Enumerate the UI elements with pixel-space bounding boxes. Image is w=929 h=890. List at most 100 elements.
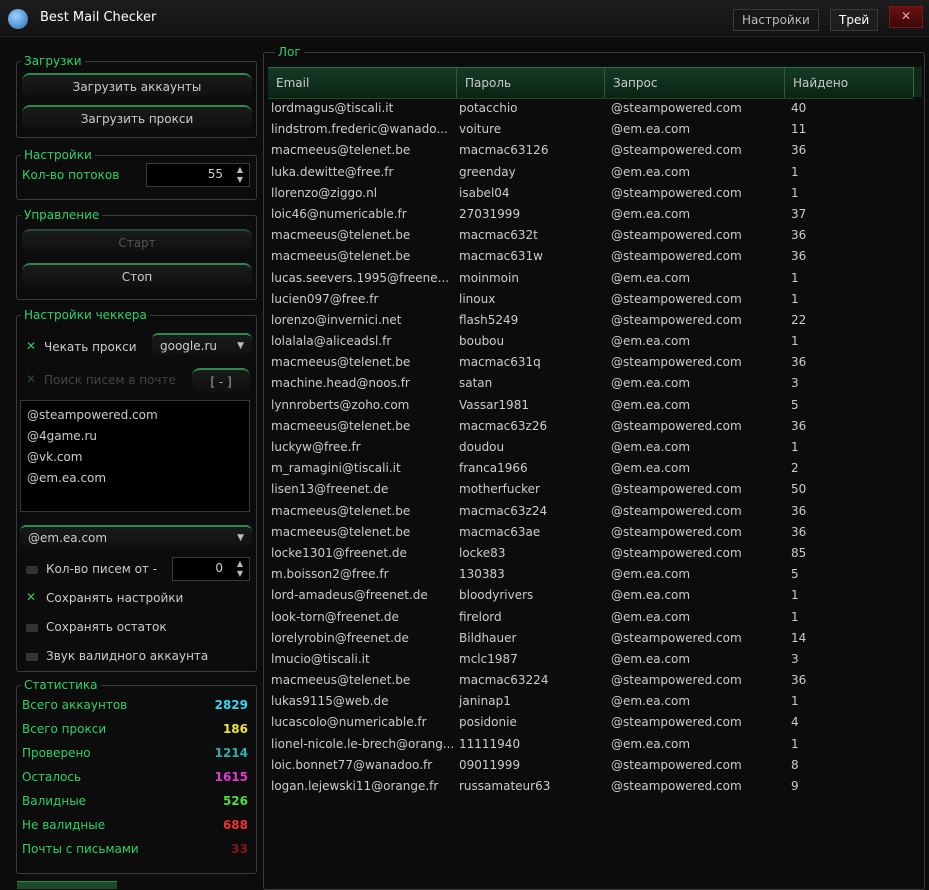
tray-button[interactable]: Трей [830, 9, 879, 31]
request-cell: @em.ea.com [611, 461, 691, 476]
list-item[interactable]: @steampowered.com [27, 405, 243, 426]
request-cell: @em.ea.com [611, 609, 691, 624]
scrollbar[interactable] [913, 67, 922, 97]
sound-checkbox[interactable] [26, 653, 38, 661]
load-proxies-button[interactable]: Загрузить прокси [22, 105, 252, 129]
mail-count-checkbox[interactable] [26, 566, 38, 574]
table-row[interactable]: lindstrom.frederic@wanado... voiture @em.e… [268, 119, 913, 140]
table-row[interactable]: macmeeus@telenet.be macmac63224 @steampowe… [268, 670, 913, 691]
email-cell: lionel-nicole.le-brech@orang... [271, 736, 455, 751]
table-row[interactable]: lorenzo@invernici.net flash5249 @steampowe… [268, 310, 913, 331]
email-cell: llorenzo@ziggo.nl [271, 185, 378, 200]
settings-button[interactable]: Настройки [733, 9, 819, 31]
password-cell: isabel04 [459, 185, 510, 200]
column-header-email[interactable]: Email [268, 68, 456, 98]
password-cell: posidonie [459, 715, 517, 730]
email-cell: macmeeus@telenet.be [271, 673, 411, 688]
stat-row: Осталось 1615 [0, 770, 248, 790]
check-proxy-checkbox[interactable]: ✕ [26, 340, 38, 352]
stepper-down-icon[interactable]: ▼ [237, 175, 243, 184]
found-cell: 14 [791, 630, 807, 645]
stat-value: 2829 [214, 698, 248, 712]
stepper-down-icon[interactable]: ▼ [237, 569, 243, 578]
password-cell: linoux [459, 291, 496, 306]
table-row[interactable]: lordmagus@tiscali.it potacchio @steampower… [268, 98, 913, 119]
domain-select[interactable]: @em.ea.com ▼ [20, 525, 252, 547]
table-row[interactable]: lynnroberts@zoho.com Vassar1981 @em.ea.com… [268, 395, 913, 416]
found-cell: 85 [791, 545, 807, 560]
stat-row: Не валидные 688 [0, 818, 248, 838]
table-row[interactable]: lord-amadeus@freenet.de bloodyrivers @em.e… [268, 585, 913, 606]
table-row[interactable]: lionel-nicole.le-brech@orang... 11111940 @… [268, 734, 913, 755]
save-settings-checkbox[interactable]: ✕ [26, 591, 38, 603]
column-header-found[interactable]: Найдено [784, 68, 913, 98]
table-row[interactable]: macmeeus@telenet.be macmac63ae @steampower… [268, 522, 913, 543]
table-row[interactable]: lucascolo@numericable.fr posidonie @steamp… [268, 712, 913, 733]
start-button[interactable]: Старт [22, 229, 252, 253]
table-row[interactable]: lolalala@aliceadsl.fr boubou @em.ea.com 1 [268, 331, 913, 352]
table-row[interactable]: locke1301@freenet.de locke83 @steampowered… [268, 543, 913, 564]
stop-button[interactable]: Стоп [22, 263, 252, 287]
table-row[interactable]: macmeeus@telenet.be macmac63z24 @steampowe… [268, 501, 913, 522]
email-cell: macmeeus@telenet.be [271, 249, 411, 264]
stat-row: Всего прокси 186 [0, 722, 248, 742]
check-proxy-label: Чекать прокси [44, 340, 137, 354]
proxy-site-select[interactable]: google.ru ▼ [152, 333, 252, 355]
table-row[interactable]: llorenzo@ziggo.nl isabel04 @steampowered.c… [268, 183, 913, 204]
found-cell: 1 [791, 694, 799, 709]
save-rest-checkbox[interactable] [26, 624, 38, 632]
email-cell: lord-amadeus@freenet.de [271, 588, 428, 603]
password-cell: doudou [459, 440, 505, 454]
email-cell: logan.lejewski11@orange.fr [271, 779, 439, 793]
table-row[interactable]: logan.lejewski11@orange.fr russamateur63 @… [268, 776, 913, 797]
list-item[interactable]: @vk.com [27, 447, 243, 468]
request-cell: @steampowered.com [611, 291, 742, 306]
column-header-password[interactable]: Пароль [456, 68, 604, 98]
found-cell: 1 [791, 164, 799, 179]
table-row[interactable]: lisen13@freenet.de motherfucker @steampowe… [268, 479, 913, 500]
request-cell: @steampowered.com [611, 779, 742, 793]
table-row[interactable]: luckyw@free.fr doudou @em.ea.com 1 [268, 437, 913, 458]
table-row[interactable]: machine.head@noos.fr satan @em.ea.com 3 [268, 373, 913, 394]
table-row[interactable]: lukas9115@web.de janinap1 @em.ea.com 1 [268, 691, 913, 712]
list-item[interactable]: @4game.ru [27, 426, 243, 447]
search-mail-button[interactable]: [ - ] [192, 368, 250, 392]
stat-value: 1615 [214, 770, 248, 784]
request-cell: @em.ea.com [611, 694, 691, 709]
stat-label: Валидные [22, 794, 87, 808]
request-cell: @steampowered.com [611, 355, 742, 370]
mail-count-stepper[interactable]: 0 ▲ ▼ [172, 557, 250, 581]
password-cell: mclc1987 [459, 651, 518, 666]
table-row[interactable]: luka.dewitte@free.fr greenday @em.ea.com 1 [268, 162, 913, 183]
table-row[interactable]: macmeeus@telenet.be macmac631w @steampower… [268, 246, 913, 267]
table-row[interactable]: m_ramagini@tiscali.it franca1966 @em.ea.co… [268, 458, 913, 479]
request-cell: @em.ea.com [611, 270, 691, 285]
table-row[interactable]: loic46@numericable.fr 27031999 @em.ea.com 3… [268, 204, 913, 225]
table-row[interactable]: lucas.seevers.1995@freene... moinmoin @em.… [268, 268, 913, 289]
load-accounts-button[interactable]: Загрузить аккаунты [22, 73, 252, 97]
email-cell: lucas.seevers.1995@freene... [271, 270, 450, 285]
stepper-up-icon[interactable]: ▲ [237, 165, 243, 174]
found-cell: 11 [791, 122, 807, 137]
list-item[interactable]: @em.ea.com [27, 468, 243, 489]
domain-list[interactable]: @steampowered.com @4game.ru @vk.com @em.… [20, 400, 250, 512]
table-row[interactable]: macmeeus@telenet.be macmac631q @steampower… [268, 352, 913, 373]
threads-stepper[interactable]: 55 ▲ ▼ [146, 163, 250, 187]
table-row[interactable]: lucien097@free.fr linoux @steampowered.com… [268, 289, 913, 310]
column-header-request[interactable]: Запрос [604, 68, 784, 98]
table-row[interactable]: look-torn@freenet.de firelord @em.ea.com 1 [268, 607, 913, 628]
table-row[interactable]: macmeeus@telenet.be macmac63126 @steampowe… [268, 140, 913, 161]
close-icon[interactable]: ✕ [889, 6, 923, 28]
found-cell: 3 [791, 651, 799, 666]
table-row[interactable]: macmeeus@telenet.be macmac632t @steampower… [268, 225, 913, 246]
table-row[interactable]: lmucio@tiscali.it mclc1987 @em.ea.com 3 [268, 649, 913, 670]
table-row[interactable]: loic.bonnet77@wanadoo.fr 09011999 @steampo… [268, 755, 913, 776]
table-row[interactable]: macmeeus@telenet.be macmac63z26 @steampowe… [268, 416, 913, 437]
email-cell: macmeeus@telenet.be [271, 355, 411, 370]
stepper-up-icon[interactable]: ▲ [237, 559, 243, 568]
email-cell: macmeeus@telenet.be [271, 524, 411, 539]
search-mail-checkbox[interactable]: ✕ [26, 373, 38, 385]
table-row[interactable]: m.boisson2@free.fr 130383 @em.ea.com 5 [268, 564, 913, 585]
table-row[interactable]: lorelyrobin@freenet.de Bildhauer @steampow… [268, 628, 913, 649]
email-cell: lolalala@aliceadsl.fr [271, 334, 392, 349]
